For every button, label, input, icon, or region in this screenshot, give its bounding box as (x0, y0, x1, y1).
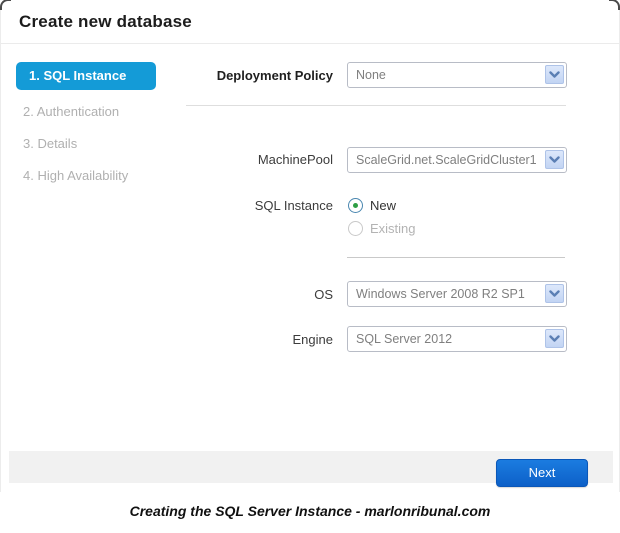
os-value: Windows Server 2008 R2 SP1 (356, 282, 542, 306)
chevron-down-icon[interactable] (545, 150, 564, 169)
next-button[interactable]: Next (496, 459, 588, 487)
machine-pool-dropdown[interactable]: ScaleGrid.net.ScaleGridCluster1 (347, 147, 567, 173)
deployment-policy-dropdown[interactable]: None (347, 62, 567, 88)
create-database-dialog: Create new database 1. SQL Instance 2. A… (0, 0, 620, 492)
screenshot-root: Create new database 1. SQL Instance 2. A… (0, 0, 620, 533)
chevron-down-icon[interactable] (545, 329, 564, 348)
chevron-down-icon[interactable] (545, 284, 564, 303)
deployment-policy-label: Deployment Policy (151, 68, 333, 83)
section-divider (347, 257, 565, 258)
machine-pool-value: ScaleGrid.net.ScaleGridCluster1 (356, 148, 542, 172)
step-authentication[interactable]: 2. Authentication (23, 104, 119, 120)
step-details[interactable]: 3. Details (23, 136, 77, 152)
engine-value: SQL Server 2012 (356, 327, 542, 351)
step-high-availability[interactable]: 4. High Availability (23, 168, 128, 184)
radio-existing (348, 221, 363, 236)
machine-pool-label: MachinePool (151, 152, 333, 167)
deployment-policy-value: None (356, 63, 542, 87)
engine-dropdown[interactable]: SQL Server 2012 (347, 326, 567, 352)
radio-new[interactable] (348, 198, 363, 213)
os-dropdown[interactable]: Windows Server 2008 R2 SP1 (347, 281, 567, 307)
radio-selected-dot (353, 203, 358, 208)
step-sql-instance[interactable]: 1. SQL Instance (16, 62, 156, 90)
os-label: OS (151, 287, 333, 302)
engine-label: Engine (151, 332, 333, 347)
radio-new-label[interactable]: New (370, 198, 396, 213)
radio-existing-label: Existing (370, 221, 416, 236)
sql-instance-label: SQL Instance (151, 198, 333, 213)
image-caption: Creating the SQL Server Instance - marlo… (0, 503, 620, 519)
dialog-corner-top-right (609, 0, 620, 10)
section-divider (186, 105, 566, 106)
dialog-title: Create new database (19, 12, 192, 32)
title-divider (1, 43, 620, 44)
dialog-corner-top-left (0, 0, 11, 10)
chevron-down-icon[interactable] (545, 65, 564, 84)
